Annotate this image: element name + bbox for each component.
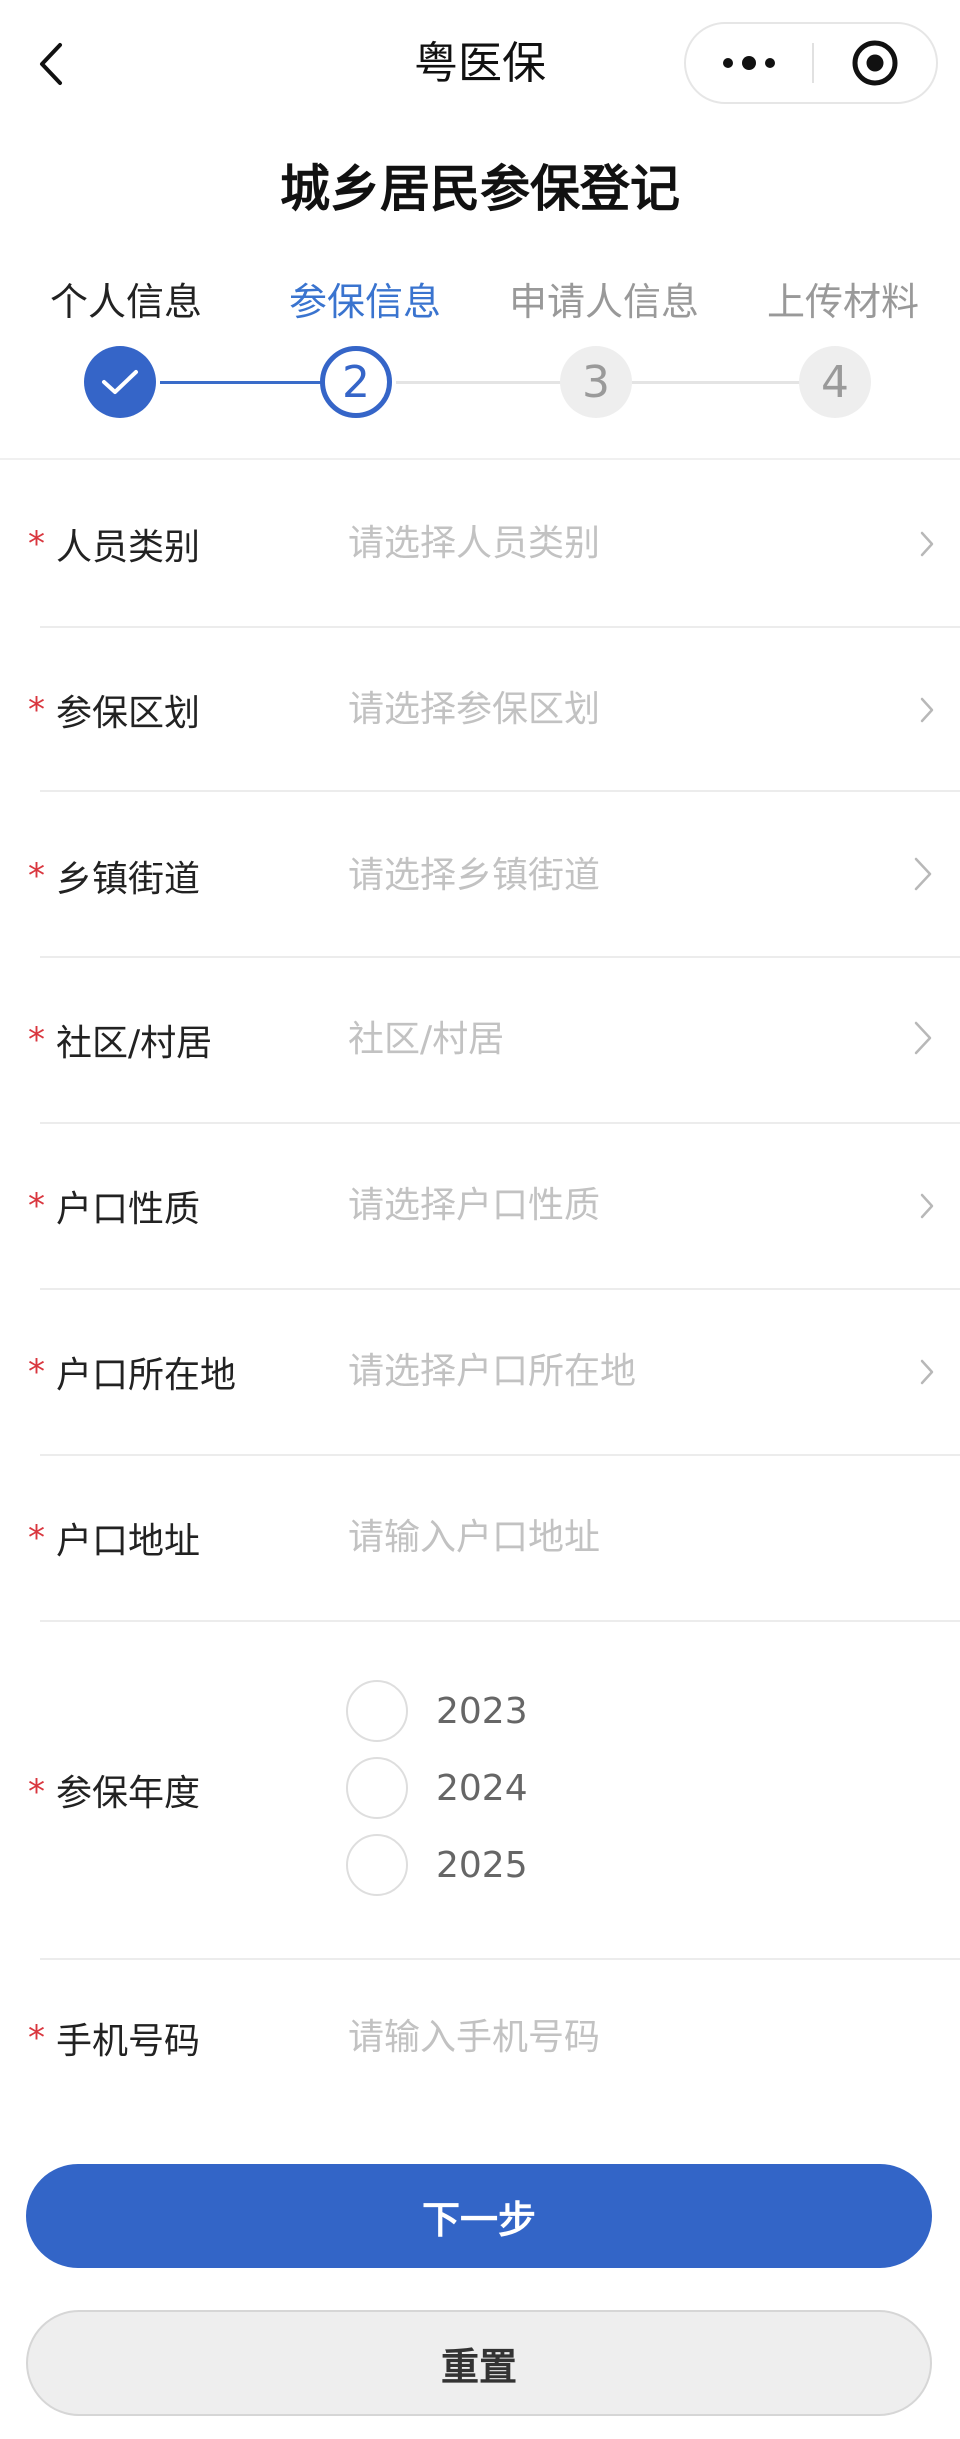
more-button[interactable] xyxy=(686,24,812,102)
step-label-personal-info: 个人信息 xyxy=(49,280,202,324)
required-mark: * xyxy=(28,1772,45,1812)
chevron-right-icon xyxy=(908,854,938,894)
step-label-insurance-info: 参保信息 xyxy=(288,280,441,324)
navigation-bar: 粤医保 xyxy=(0,0,960,130)
year-option-2023[interactable]: 2023 xyxy=(346,1678,528,1744)
required-mark: * xyxy=(28,1352,45,1392)
field-label: 参保区划 xyxy=(56,693,201,734)
radio-button[interactable] xyxy=(346,1757,408,1819)
field-label: 户口所在地 xyxy=(56,1355,237,1396)
step-connector-pending xyxy=(632,381,808,384)
step-connector-done xyxy=(160,381,330,384)
household-type-field[interactable]: * 户口性质 请选择户口性质 xyxy=(0,1124,960,1290)
progress-stepper: 个人信息 参保信息 申请人信息 上传材料 2 3 4 xyxy=(0,270,960,420)
step-marker-pending: 4 xyxy=(799,346,871,418)
radio-label: 2024 xyxy=(436,1767,528,1809)
step-label-applicant-info: 申请人信息 xyxy=(508,280,699,324)
step-marker-active: 2 xyxy=(320,346,392,418)
step-marker-pending: 3 xyxy=(560,346,632,418)
household-location-field[interactable]: * 户口所在地 请选择户口所在地 xyxy=(0,1290,960,1456)
next-step-button[interactable]: 下一步 xyxy=(26,2164,932,2268)
community-village-select[interactable]: 社区/村居 xyxy=(348,1016,504,1064)
chevron-right-icon xyxy=(912,1186,942,1226)
field-label: 社区/村居 xyxy=(56,1023,213,1064)
target-circle-icon xyxy=(852,40,898,86)
chevron-right-icon xyxy=(908,1018,938,1058)
check-icon xyxy=(102,370,138,394)
field-label: 参保年度 xyxy=(56,1773,201,1814)
household-address-field: * 户口地址 请输入户口地址 xyxy=(0,1456,960,1622)
miniprogram-capsule xyxy=(684,22,938,104)
required-mark: * xyxy=(28,690,45,730)
required-mark: * xyxy=(28,1186,45,1226)
field-label: 户口性质 xyxy=(56,1189,201,1230)
close-miniprogram-button[interactable] xyxy=(814,24,936,102)
insurance-year-field: * 参保年度 2023 2024 2025 xyxy=(0,1622,960,1960)
page-title: 城乡居民参保登记 xyxy=(280,160,680,218)
household-address-input[interactable]: 请输入户口地址 xyxy=(348,1514,600,1562)
field-label: 户口地址 xyxy=(56,1521,201,1562)
step-marker-done xyxy=(84,346,156,418)
radio-button[interactable] xyxy=(346,1834,408,1896)
reset-button[interactable]: 重置 xyxy=(26,2310,932,2416)
person-category-select[interactable]: 请选择人员类别 xyxy=(348,520,600,568)
chevron-right-icon xyxy=(912,690,942,730)
person-category-field[interactable]: * 人员类别 请选择人员类别 xyxy=(0,460,960,628)
phone-input[interactable]: 请输入手机号码 xyxy=(348,2014,600,2062)
step-label-upload-materials: 上传材料 xyxy=(766,280,919,324)
insured-region-field[interactable]: * 参保区划 请选择参保区划 xyxy=(0,628,960,792)
township-street-select[interactable]: 请选择乡镇街道 xyxy=(348,852,600,900)
phone-field: * 手机号码 请输入手机号码 xyxy=(0,1960,960,2126)
required-mark: * xyxy=(28,2018,45,2058)
household-location-select[interactable]: 请选择户口所在地 xyxy=(348,1348,636,1396)
step-connector-pending xyxy=(396,381,566,384)
required-mark: * xyxy=(28,524,45,564)
field-label: 人员类别 xyxy=(56,527,201,568)
township-street-field[interactable]: * 乡镇街道 请选择乡镇街道 xyxy=(0,792,960,958)
chevron-right-icon xyxy=(912,524,942,564)
insured-region-select[interactable]: 请选择参保区划 xyxy=(348,686,600,734)
radio-button[interactable] xyxy=(346,1680,408,1742)
community-village-field[interactable]: * 社区/村居 社区/村居 xyxy=(0,958,960,1124)
radio-label: 2025 xyxy=(436,1844,528,1886)
household-type-select[interactable]: 请选择户口性质 xyxy=(348,1182,600,1230)
field-label: 手机号码 xyxy=(56,2021,201,2062)
required-mark: * xyxy=(28,1518,45,1558)
required-mark: * xyxy=(28,1020,45,1060)
field-label: 乡镇街道 xyxy=(56,859,201,900)
required-mark: * xyxy=(28,856,45,896)
chevron-right-icon xyxy=(912,1352,942,1392)
more-dots-icon xyxy=(723,56,775,70)
year-option-2024[interactable]: 2024 xyxy=(346,1755,528,1821)
bottom-action-bar: 下一步 重置 xyxy=(0,2118,960,2439)
radio-label: 2023 xyxy=(436,1690,528,1732)
year-option-2025[interactable]: 2025 xyxy=(346,1832,528,1898)
